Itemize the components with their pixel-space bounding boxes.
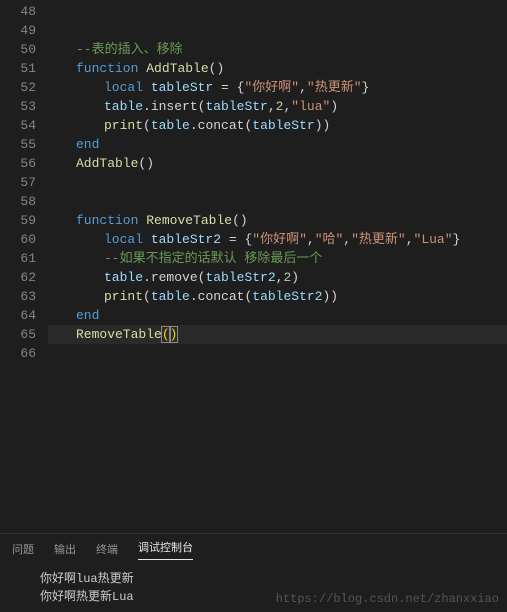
code-line: end: [48, 135, 507, 154]
code-line: table.insert(tableStr,2,"lua"): [48, 97, 507, 116]
code-line: --表的插入、移除: [48, 40, 507, 59]
tab-output[interactable]: 输出: [54, 541, 76, 557]
code-line: [48, 344, 507, 363]
output-line: 你好啊lua热更新: [40, 570, 507, 588]
code-area[interactable]: --表的插入、移除 function AddTable() local tabl…: [48, 0, 507, 490]
code-line: AddTable(): [48, 154, 507, 173]
code-line: end: [48, 306, 507, 325]
code-line: function AddTable(): [48, 59, 507, 78]
panel-tabs: 问题 输出 终端 调试控制台: [0, 534, 507, 564]
code-line: [48, 2, 507, 21]
code-line: local tableStr2 = {"你好啊","哈","热更新","Lua"…: [48, 230, 507, 249]
line-gutter: 48495051525354555657585960616263646566: [0, 0, 48, 490]
code-line: [48, 192, 507, 211]
watermark-url: https://blog.csdn.net/zhanxxiao: [276, 592, 499, 606]
code-editor[interactable]: 48495051525354555657585960616263646566 -…: [0, 0, 507, 490]
code-line: [48, 21, 507, 40]
tab-problems[interactable]: 问题: [12, 541, 34, 557]
tab-debug-console[interactable]: 调试控制台: [138, 539, 193, 560]
tab-terminal[interactable]: 终端: [96, 541, 118, 557]
code-line: function RemoveTable(): [48, 211, 507, 230]
code-line: print(table.concat(tableStr)): [48, 116, 507, 135]
code-line: [48, 173, 507, 192]
code-line: print(table.concat(tableStr2)): [48, 287, 507, 306]
code-line: local tableStr = {"你好啊","热更新"}: [48, 78, 507, 97]
code-line-active: RemoveTable(): [48, 325, 507, 344]
code-line: --如果不指定的话默认 移除最后一个: [48, 249, 507, 268]
code-line: table.remove(tableStr2,2): [48, 268, 507, 287]
